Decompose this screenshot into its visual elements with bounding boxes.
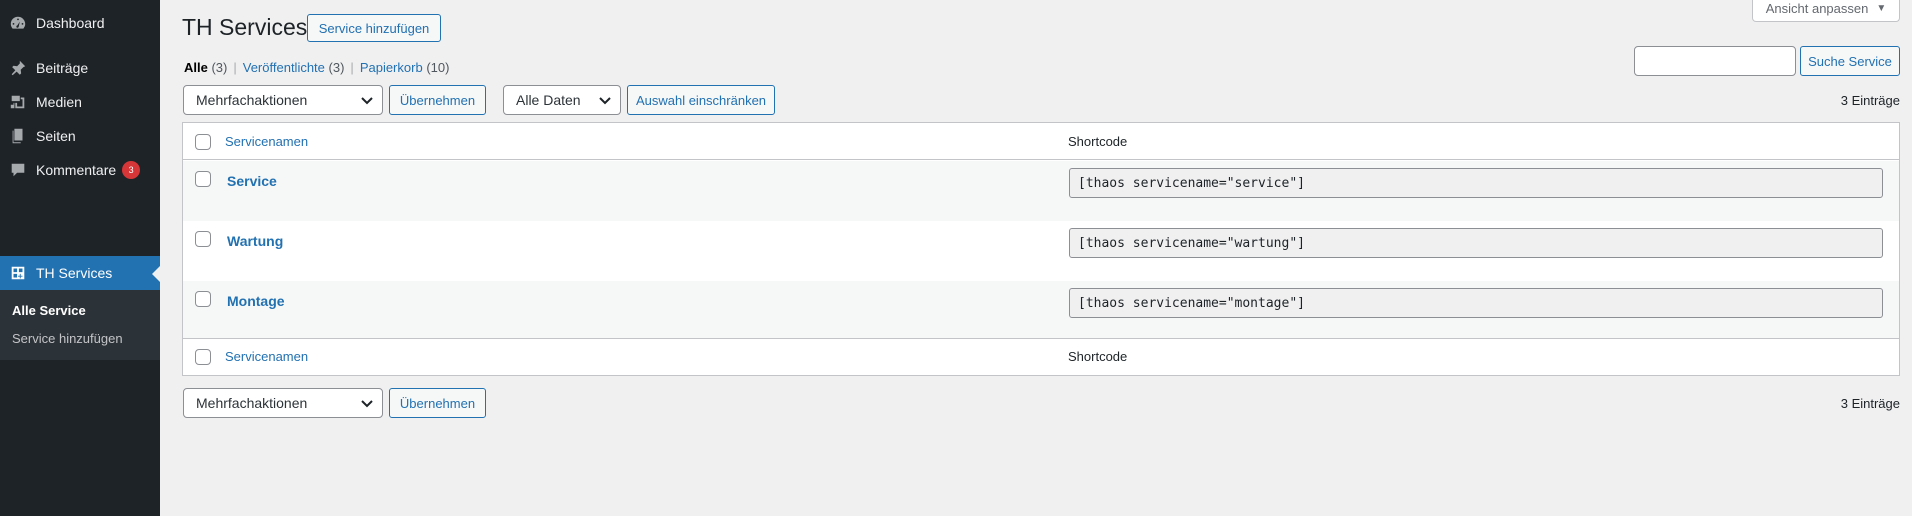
comment-count-badge: 3	[122, 161, 141, 179]
sidebar-item-label: TH Services	[36, 265, 113, 281]
service-name-link[interactable]: Montage	[227, 293, 285, 309]
apply-button[interactable]: Übernehmen	[389, 85, 486, 115]
submenu: Alle Service Service hinzufügen	[0, 290, 160, 360]
pushpin-icon	[0, 59, 36, 77]
bulk-actions-value: Mehrfachaktionen	[196, 92, 308, 108]
table-header: Servicenamen Shortcode	[183, 123, 1899, 160]
bulk-actions-value: Mehrfachaktionen	[196, 395, 308, 411]
table-footer: Servicenamen Shortcode	[183, 338, 1899, 375]
select-all-checkbox[interactable]	[195, 134, 211, 150]
active-indicator	[152, 266, 160, 282]
submenu-item-add-service[interactable]: Service hinzufügen	[12, 331, 123, 346]
date-filter-select[interactable]: Alle Daten	[503, 85, 621, 115]
sidebar-item-posts[interactable]: Beiträge	[0, 51, 160, 85]
services-table: Servicenamen Shortcode Service [thaos se…	[182, 122, 1900, 376]
bulk-actions-select-bottom[interactable]: Mehrfachaktionen	[183, 388, 383, 418]
view-all[interactable]: Alle (3)	[184, 60, 227, 75]
service-name-link[interactable]: Wartung	[227, 233, 283, 249]
view-filters: Alle (3) | Veröffentlichte (3) | Papierk…	[184, 60, 450, 75]
sidebar-item-label: Beiträge	[36, 60, 89, 76]
sidebar-item-label: Kommentare	[36, 162, 117, 178]
sidebar-item-comments[interactable]: Kommentare 3	[0, 153, 160, 187]
select-all-checkbox-footer[interactable]	[195, 349, 211, 365]
dashboard-icon	[0, 14, 36, 32]
view-published[interactable]: Veröffentlichte (3)	[243, 60, 345, 75]
column-footer-shortcode: Shortcode	[1068, 349, 1128, 364]
admin-sidebar: Dashboard Beiträge Medien Seiten Komment…	[0, 0, 160, 516]
sidebar-item-label: Dashboard	[36, 15, 105, 31]
plus-box-icon	[0, 264, 36, 282]
shortcode-field[interactable]: [thaos servicename="montage"]	[1069, 288, 1883, 318]
pages-icon	[0, 127, 36, 145]
sidebar-item-pages[interactable]: Seiten	[0, 119, 160, 153]
add-service-button[interactable]: Service hinzufügen	[307, 14, 441, 42]
column-header-name[interactable]: Servicenamen	[225, 134, 308, 149]
caret-down-icon: ▼	[1876, 3, 1887, 14]
column-header-shortcode: Shortcode	[1068, 134, 1128, 149]
sidebar-item-media[interactable]: Medien	[0, 85, 160, 119]
table-row: Service [thaos servicename="service"]	[183, 161, 1899, 221]
comment-icon	[0, 161, 36, 179]
table-row: Wartung [thaos servicename="wartung"]	[183, 221, 1899, 281]
page-title: TH Services	[182, 14, 308, 40]
screen-options-label: Ansicht anpassen	[1765, 1, 1869, 16]
row-checkbox[interactable]	[195, 231, 211, 247]
filter-button[interactable]: Auswahl einschränken	[627, 85, 775, 115]
view-trash[interactable]: Papierkorb (10)	[360, 60, 450, 75]
service-name-link[interactable]: Service	[227, 173, 277, 189]
table-row: Montage [thaos servicename="montage"]	[183, 281, 1899, 341]
chevron-down-icon	[360, 93, 374, 107]
submenu-item-all-services[interactable]: Alle Service	[12, 303, 86, 318]
sidebar-item-th-services[interactable]: TH Services	[0, 256, 160, 290]
screen-options-toggle[interactable]: Ansicht anpassen ▼	[1752, 0, 1900, 22]
apply-button-bottom[interactable]: Übernehmen	[389, 388, 486, 418]
date-filter-value: Alle Daten	[516, 92, 581, 108]
row-checkbox[interactable]	[195, 291, 211, 307]
sidebar-item-dashboard[interactable]: Dashboard	[0, 6, 160, 40]
entries-count: 3 Einträge	[1840, 93, 1900, 108]
search-button[interactable]: Suche Service	[1800, 46, 1900, 76]
column-footer-name[interactable]: Servicenamen	[225, 349, 308, 364]
shortcode-field[interactable]: [thaos servicename="wartung"]	[1069, 228, 1883, 258]
chevron-down-icon	[360, 396, 374, 410]
entries-count-bottom: 3 Einträge	[1840, 396, 1900, 411]
shortcode-field[interactable]: [thaos servicename="service"]	[1069, 168, 1883, 198]
bulk-actions-select[interactable]: Mehrfachaktionen	[183, 85, 383, 115]
sidebar-item-label: Seiten	[36, 128, 76, 144]
media-icon	[0, 93, 36, 111]
sidebar-item-label: Medien	[36, 94, 82, 110]
search-input[interactable]	[1634, 46, 1796, 76]
row-checkbox[interactable]	[195, 171, 211, 187]
chevron-down-icon	[598, 93, 612, 107]
